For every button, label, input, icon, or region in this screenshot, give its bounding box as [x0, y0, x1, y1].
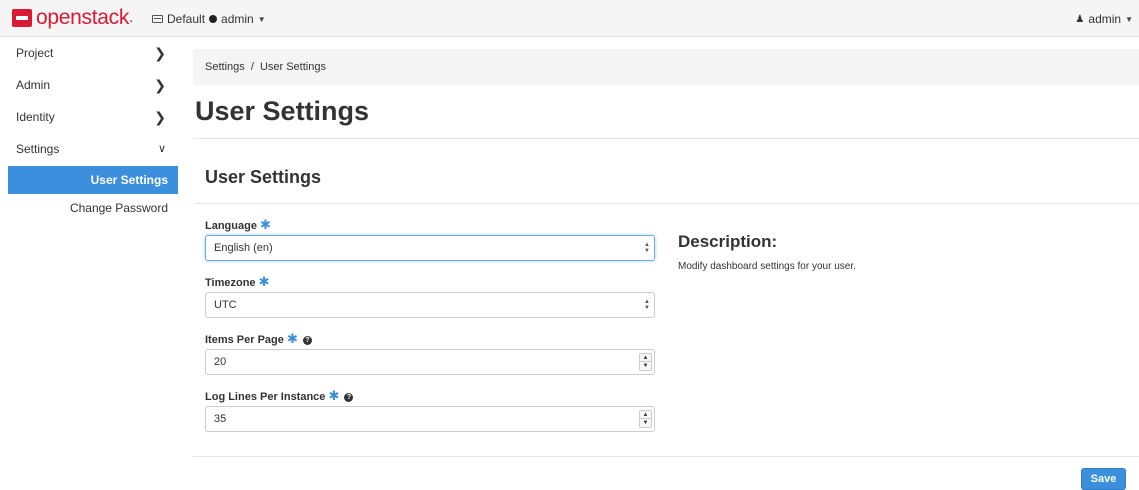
- stepper-down-icon[interactable]: ▼: [640, 362, 651, 370]
- sidebar-item-label: Settings: [16, 142, 60, 156]
- items-per-page-input[interactable]: 20 ▲ ▼: [205, 349, 655, 375]
- items-per-page-value: 20: [214, 356, 227, 368]
- help-question-icon[interactable]: ?: [344, 393, 354, 402]
- items-per-page-label: Items Per Page ✱ ?: [205, 331, 312, 347]
- required-asterisk-icon: ✱: [286, 331, 298, 346]
- chevron-right-icon: ❯: [154, 109, 166, 125]
- user-name: admin: [1088, 12, 1122, 26]
- page-title: User Settings: [195, 96, 370, 126]
- stepper-up-icon[interactable]: ▲: [640, 411, 651, 419]
- breadcrumb: Settings / User Settings: [193, 49, 1139, 85]
- language-label: Language ✱: [205, 217, 271, 233]
- log-lines-input[interactable]: 35 ▲ ▼: [205, 406, 655, 432]
- section-divider: [195, 203, 1139, 204]
- required-asterisk-icon: ✱: [258, 274, 270, 289]
- required-asterisk-icon: ✱: [260, 217, 271, 232]
- items-per-page-label-text: Items Per Page: [205, 334, 284, 346]
- timezone-label: Timezone ✱: [205, 274, 270, 290]
- language-label-text: Language: [205, 220, 257, 232]
- brand-name: openstack: [36, 6, 130, 29]
- sidebar-item-label: Project: [16, 46, 54, 60]
- timezone-value: UTC: [214, 299, 237, 311]
- log-lines-label-text: Log Lines Per Instance: [205, 391, 326, 403]
- sidebar-item-label: Admin: [16, 78, 51, 92]
- brand-dot: .: [129, 9, 134, 26]
- save-button[interactable]: Save: [1081, 468, 1126, 490]
- sidebar-subitem-user-settings[interactable]: User Settings: [8, 166, 178, 194]
- openstack-logo[interactable]: openstack.: [12, 6, 133, 30]
- chevron-right-icon: ❯: [154, 45, 166, 61]
- footer-divider: [193, 456, 1139, 457]
- chevron-down-icon: ∨: [157, 143, 166, 155]
- sidebar-item-admin[interactable]: Admin ❯: [0, 69, 178, 101]
- breadcrumb-separator: /: [250, 61, 254, 73]
- language-select[interactable]: English (en) ▲ ▼: [205, 235, 655, 261]
- required-asterisk-icon: ✱: [328, 388, 340, 403]
- help-question-icon[interactable]: ?: [302, 336, 312, 345]
- log-lines-value: 35: [214, 413, 227, 425]
- timezone-select[interactable]: UTC ▲ ▼: [205, 292, 655, 318]
- project-selector[interactable]: Default admin ▼: [152, 12, 266, 26]
- number-stepper[interactable]: ▲ ▼: [639, 410, 652, 428]
- openstack-logo-icon: [12, 9, 32, 27]
- user-menu[interactable]: ♟ admin ▼: [1075, 12, 1133, 26]
- project-name: admin: [221, 12, 254, 26]
- select-arrows-icon: ▲ ▼: [644, 242, 650, 254]
- breadcrumb-root[interactable]: Settings: [205, 61, 245, 73]
- domain-card-icon: [152, 15, 163, 23]
- caret-down-icon: ▼: [1125, 14, 1133, 24]
- description-text: Modify dashboard settings for your user.: [678, 261, 856, 272]
- sidebar-item-label: Identity: [16, 110, 55, 124]
- sidebar-item-settings[interactable]: Settings ∨: [0, 133, 178, 165]
- select-arrows-icon: ▲ ▼: [644, 299, 650, 311]
- breadcrumb-current: User Settings: [259, 61, 326, 73]
- description-title: Description:: [678, 232, 778, 251]
- project-dot-icon: [209, 15, 218, 23]
- stepper-down-icon[interactable]: ▼: [640, 419, 651, 427]
- log-lines-label: Log Lines Per Instance ✱ ?: [205, 388, 354, 404]
- user-icon: ♟: [1075, 13, 1085, 25]
- timezone-label-text: Timezone: [205, 277, 256, 289]
- domain-name: Default: [167, 12, 206, 26]
- sidebar-item-project[interactable]: Project ❯: [0, 37, 178, 69]
- stepper-up-icon[interactable]: ▲: [640, 354, 651, 362]
- caret-down-icon: ▼: [257, 14, 266, 24]
- sidebar-subitem-change-password[interactable]: Change Password: [8, 194, 178, 222]
- number-stepper[interactable]: ▲ ▼: [639, 353, 652, 371]
- top-navbar: openstack. Default admin ▼ ♟ admin ▼: [0, 0, 1139, 37]
- sidebar-item-identity[interactable]: Identity ❯: [0, 101, 178, 133]
- title-divider: [193, 138, 1139, 139]
- language-value: English (en): [214, 242, 273, 254]
- sidebar: Project ❯ Admin ❯ Identity ❯ Settings ∨ …: [0, 37, 178, 222]
- chevron-right-icon: ❯: [154, 77, 166, 93]
- section-title: User Settings: [205, 167, 322, 187]
